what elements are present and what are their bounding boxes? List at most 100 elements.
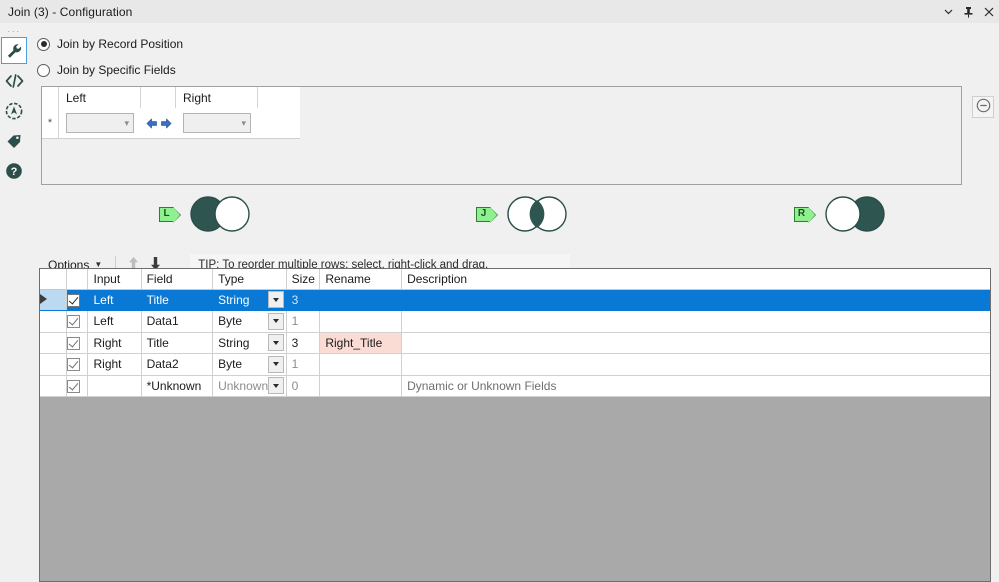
type-dropdown-button[interactable] bbox=[267, 377, 284, 395]
type-dropdown-button[interactable] bbox=[267, 355, 284, 373]
row-marker-cell[interactable] bbox=[40, 353, 68, 376]
rail-grip: ··· bbox=[7, 25, 21, 36]
column-header-type[interactable]: Type bbox=[212, 269, 287, 290]
table-row[interactable]: Right Data2 Byte 1 bbox=[40, 353, 990, 376]
cell-type[interactable]: Byte bbox=[212, 353, 287, 376]
rail-item-annotation[interactable] bbox=[1, 127, 27, 154]
checkbox-icon[interactable] bbox=[67, 379, 81, 393]
table-row[interactable]: Left Title String 3 bbox=[40, 289, 990, 311]
cell-rename[interactable] bbox=[319, 353, 403, 376]
cell-size[interactable]: 3 bbox=[286, 332, 321, 354]
chevron-down-icon bbox=[272, 362, 279, 367]
cell-type[interactable]: String bbox=[212, 332, 287, 354]
row-checkbox-cell[interactable] bbox=[66, 375, 89, 397]
type-value: Byte bbox=[218, 357, 243, 372]
output-badge-j: J bbox=[476, 206, 498, 223]
code-icon bbox=[5, 73, 24, 89]
cell-size[interactable]: 1 bbox=[286, 353, 321, 376]
table-row[interactable]: Right Title String 3 Right_Title bbox=[40, 332, 990, 354]
row-marker-cell[interactable] bbox=[40, 289, 68, 311]
cell-type[interactable]: Unknown bbox=[212, 375, 287, 397]
cell-rename[interactable] bbox=[319, 289, 403, 311]
cell-input[interactable]: Left bbox=[87, 289, 142, 311]
type-dropdown-button[interactable] bbox=[267, 291, 284, 309]
checkbox-icon[interactable] bbox=[67, 336, 81, 350]
checkbox-icon[interactable] bbox=[67, 315, 81, 329]
rail-item-xml[interactable] bbox=[1, 67, 27, 94]
cell-description[interactable] bbox=[401, 332, 990, 354]
cell-description[interactable] bbox=[401, 353, 990, 376]
rail-item-navigation[interactable] bbox=[1, 97, 27, 124]
venn-left-output[interactable]: L bbox=[159, 195, 257, 233]
chevron-down-icon bbox=[272, 383, 279, 388]
cell-field[interactable]: Data2 bbox=[141, 353, 214, 376]
rail-item-configuration[interactable] bbox=[1, 37, 27, 64]
arrow-left-icon[interactable] bbox=[145, 116, 158, 130]
cell-description[interactable] bbox=[401, 310, 990, 333]
chevron-down-icon[interactable] bbox=[942, 4, 955, 20]
table-row[interactable]: *Unknown Unknown 0 Dynamic or Unknown Field… bbox=[40, 375, 990, 397]
venn-diagram-right-icon bbox=[825, 196, 885, 232]
close-icon[interactable] bbox=[982, 4, 995, 20]
column-header-field[interactable]: Field bbox=[141, 269, 214, 290]
cell-input[interactable]: Right bbox=[87, 353, 142, 376]
column-header-input[interactable]: Input bbox=[87, 269, 142, 290]
checkbox-icon[interactable] bbox=[67, 358, 81, 372]
arrow-right-icon[interactable] bbox=[159, 116, 172, 130]
venn-inner-output[interactable]: J bbox=[476, 195, 574, 233]
join-left-field-select[interactable]: ▾ bbox=[66, 113, 134, 133]
cell-description[interactable] bbox=[401, 289, 990, 311]
window-title: Join (3) - Configuration bbox=[8, 4, 133, 19]
cell-type[interactable]: String bbox=[212, 289, 287, 311]
cell-rename[interactable] bbox=[319, 375, 403, 397]
wrench-icon bbox=[5, 42, 23, 60]
radio-label-specific-fields: Join by Specific Fields bbox=[57, 63, 176, 77]
cell-field[interactable]: *Unknown bbox=[141, 375, 214, 397]
pin-icon[interactable] bbox=[962, 4, 975, 20]
type-dropdown-button[interactable] bbox=[267, 334, 284, 352]
join-grid-header-rest bbox=[258, 87, 300, 108]
rail-item-help[interactable]: ? bbox=[1, 157, 27, 184]
remove-join-field-button[interactable] bbox=[972, 96, 994, 118]
join-configuration-window: Join (3) - Configuration ··· ? Join by R… bbox=[0, 0, 999, 582]
join-right-field-select[interactable]: ▾ bbox=[183, 113, 251, 133]
column-header-rename[interactable]: Rename bbox=[319, 269, 403, 290]
cell-input[interactable]: Right bbox=[87, 332, 142, 354]
row-checkbox-cell[interactable] bbox=[66, 332, 89, 354]
row-marker-cell[interactable] bbox=[40, 310, 68, 333]
cell-input[interactable] bbox=[87, 375, 142, 397]
fields-table: Input Field Type Size Rename Description… bbox=[40, 269, 990, 397]
cell-rename[interactable] bbox=[319, 310, 403, 333]
row-marker-cell[interactable] bbox=[40, 332, 68, 354]
cell-description[interactable]: Dynamic or Unknown Fields bbox=[401, 375, 990, 397]
cell-size[interactable]: 1 bbox=[286, 310, 321, 333]
radio-button-specific-fields[interactable] bbox=[37, 63, 50, 77]
venn-diagram-left-icon bbox=[190, 196, 250, 232]
cell-type[interactable]: Byte bbox=[212, 310, 287, 333]
join-grid-header-row: Left Right bbox=[42, 87, 300, 109]
checkbox-icon[interactable] bbox=[67, 293, 81, 307]
radio-join-by-record-position[interactable]: Join by Record Position bbox=[28, 35, 999, 53]
row-checkbox-cell[interactable] bbox=[66, 310, 89, 333]
radio-button-record-position[interactable] bbox=[37, 37, 50, 51]
row-marker-cell[interactable] bbox=[40, 375, 68, 397]
join-output-anchors: L J R bbox=[41, 187, 962, 247]
column-header-size[interactable]: Size bbox=[286, 269, 321, 290]
join-fields-grid: Left Right * ▾ ▾ bbox=[41, 86, 962, 185]
cell-rename[interactable]: Right_Title bbox=[319, 332, 403, 354]
row-checkbox-cell[interactable] bbox=[66, 289, 89, 311]
row-checkbox-cell[interactable] bbox=[66, 353, 89, 376]
radio-join-by-specific-fields[interactable]: Join by Specific Fields bbox=[28, 61, 999, 79]
cell-field[interactable]: Title bbox=[141, 332, 214, 354]
cell-input[interactable]: Left bbox=[87, 310, 142, 333]
cell-field[interactable]: Title bbox=[141, 289, 214, 311]
cell-size[interactable]: 0 bbox=[286, 375, 321, 397]
type-dropdown-button[interactable] bbox=[267, 312, 284, 330]
cell-size[interactable]: 3 bbox=[286, 289, 321, 311]
column-header-description[interactable]: Description bbox=[401, 269, 990, 290]
join-direction-buttons bbox=[141, 108, 176, 138]
venn-right-output[interactable]: R bbox=[794, 195, 892, 233]
fields-table-container[interactable]: Input Field Type Size Rename Description… bbox=[39, 268, 991, 582]
table-row[interactable]: Left Data1 Byte 1 bbox=[40, 310, 990, 333]
cell-field[interactable]: Data1 bbox=[141, 310, 214, 333]
